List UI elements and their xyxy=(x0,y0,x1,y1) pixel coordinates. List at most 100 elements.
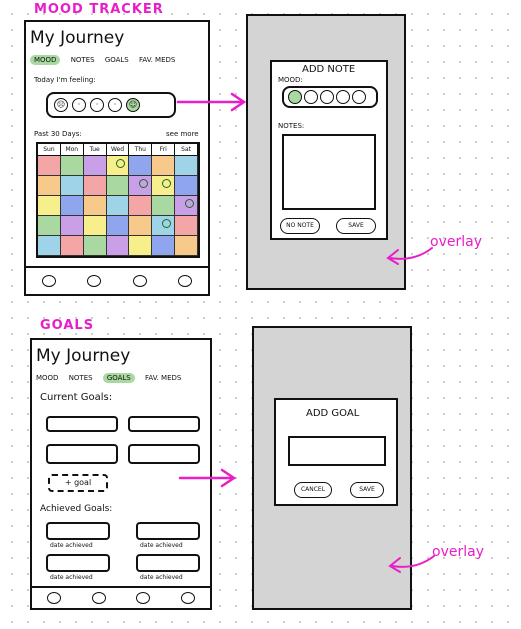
calendar-day-cell[interactable] xyxy=(38,236,61,256)
nav-icon[interactable] xyxy=(180,592,195,604)
no-note-button[interactable]: NO NOTE xyxy=(280,218,320,234)
current-goal-card[interactable] xyxy=(46,416,118,432)
calendar-day-cell[interactable] xyxy=(129,156,153,176)
current-goal-card[interactable] xyxy=(128,416,200,432)
calendar-day-cell[interactable] xyxy=(129,236,153,256)
calendar-day-cell[interactable] xyxy=(60,196,84,216)
nav-icon[interactable] xyxy=(178,275,193,287)
calendar-day-cell[interactable] xyxy=(83,176,107,196)
calendar-day-cell[interactable] xyxy=(60,176,84,196)
mood-calendar: Sun Mon Tue Wed Thu Fri Sat xyxy=(36,142,200,258)
tab-mood[interactable]: MOOD xyxy=(36,374,58,382)
mood-prompt: Today I'm feeling: xyxy=(34,76,96,84)
save-button[interactable]: SAVE xyxy=(350,482,384,498)
calendar-day-cell[interactable] xyxy=(60,236,84,256)
see-more-link[interactable]: see more xyxy=(166,130,199,138)
mood-face-icon[interactable]: · xyxy=(90,98,104,112)
mood-face-icon[interactable] xyxy=(336,90,350,104)
app-title: My Journey xyxy=(30,28,125,48)
notes-textarea[interactable] xyxy=(282,134,376,210)
tab-fav-meds[interactable]: FAV. MEDS xyxy=(145,374,181,382)
calendar-day-cell[interactable] xyxy=(38,156,61,176)
calendar-day-cell[interactable] xyxy=(175,156,198,176)
calendar-day-header: Wed xyxy=(106,144,130,156)
overlay-annotation: overlay xyxy=(430,234,482,250)
note-check-icon xyxy=(185,199,194,208)
mood-face-icon[interactable] xyxy=(352,90,366,104)
calendar-day-cell[interactable] xyxy=(83,236,107,256)
calendar-day-cell[interactable] xyxy=(106,156,130,176)
calendar-day-cell[interactable] xyxy=(60,216,84,236)
calendar-day-cell[interactable] xyxy=(129,216,153,236)
calendar-day-cell[interactable] xyxy=(175,236,198,256)
add-goal-button[interactable]: + goal xyxy=(48,474,108,492)
app-title: My Journey xyxy=(36,346,131,366)
dialog-title: ADD GOAL xyxy=(306,408,360,419)
mood-face-icon-selected[interactable] xyxy=(288,90,302,104)
tab-notes[interactable]: NOTES xyxy=(69,374,93,382)
calendar-day-cell[interactable] xyxy=(106,236,130,256)
calendar-day-cell[interactable] xyxy=(38,216,61,236)
mood-face-icon[interactable]: · xyxy=(72,98,86,112)
mood-selector[interactable]: ☹ · · · ☺ xyxy=(46,92,176,118)
calendar-day-header: Mon xyxy=(60,144,84,156)
calendar-day-cell[interactable] xyxy=(38,196,61,216)
current-goal-card[interactable] xyxy=(46,444,118,464)
calendar-day-cell[interactable] xyxy=(129,176,153,196)
calendar-day-cell[interactable] xyxy=(106,176,130,196)
date-achieved-caption: date achieved xyxy=(50,542,93,549)
calendar-day-header: Fri xyxy=(152,144,176,156)
nav-icon[interactable] xyxy=(87,275,102,287)
nav-icon[interactable] xyxy=(41,275,56,287)
calendar-day-cell[interactable] xyxy=(106,196,130,216)
nav-icon[interactable] xyxy=(136,592,151,604)
calendar-day-cell[interactable] xyxy=(152,176,176,196)
calendar-day-cell[interactable] xyxy=(83,156,107,176)
current-goal-card[interactable] xyxy=(128,444,200,464)
mood-face-icon[interactable]: ☹ xyxy=(54,98,68,112)
calendar-day-cell[interactable] xyxy=(38,176,61,196)
calendar-day-cell[interactable] xyxy=(175,176,198,196)
cancel-button[interactable]: CANCEL xyxy=(294,482,332,498)
nav-icon[interactable] xyxy=(132,275,147,287)
nav-icon[interactable] xyxy=(47,592,62,604)
add-note-dialog: ADD NOTE MOOD: NOTES: NO NOTE SAVE xyxy=(270,60,388,240)
calendar-day-cell[interactable] xyxy=(60,156,84,176)
achieved-goal-card xyxy=(46,554,110,572)
calendar-day-cell[interactable] xyxy=(175,216,198,236)
calendar-day-header: Sun xyxy=(38,144,61,156)
note-check-icon xyxy=(162,179,172,188)
mood-tracker-heading: MOOD TRACKER xyxy=(34,2,164,17)
calendar-day-header: Thu xyxy=(129,144,153,156)
tab-fav-meds[interactable]: FAV. MEDS xyxy=(139,56,175,64)
calendar-day-cell[interactable] xyxy=(152,196,176,216)
calendar-day-cell[interactable] xyxy=(129,196,153,216)
goal-input[interactable] xyxy=(288,436,386,466)
calendar-day-cell[interactable] xyxy=(83,196,107,216)
nav-icon[interactable] xyxy=(91,592,106,604)
calendar-day-cell[interactable] xyxy=(83,216,107,236)
tab-goals[interactable]: GOALS xyxy=(105,56,129,64)
calendar-day-cell[interactable] xyxy=(152,156,176,176)
achieved-goals-label: Achieved Goals: xyxy=(40,504,113,514)
save-button[interactable]: SAVE xyxy=(336,218,376,234)
mood-screen-sketch: My Journey MOOD NOTES GOALS FAV. MEDS To… xyxy=(24,20,210,296)
calendar-day-cell[interactable] xyxy=(152,236,176,256)
tab-mood[interactable]: MOOD xyxy=(30,55,61,65)
tab-goals[interactable]: GOALS xyxy=(102,373,135,383)
calendar-day-cell[interactable] xyxy=(152,216,176,236)
tab-bar: MOOD NOTES GOALS FAV. MEDS xyxy=(30,55,183,65)
calendar-day-cell[interactable] xyxy=(106,216,130,236)
current-goals-label: Current Goals: xyxy=(40,392,113,403)
arrow-icon xyxy=(178,468,237,488)
calendar-day-cell[interactable] xyxy=(175,196,198,216)
tab-notes[interactable]: NOTES xyxy=(71,56,95,64)
mood-face-icon-selected[interactable]: ☺ xyxy=(126,98,140,112)
mood-face-icon[interactable] xyxy=(304,90,318,104)
date-achieved-caption: date achieved xyxy=(140,574,183,581)
mood-selector[interactable] xyxy=(282,86,378,108)
overlay-annotation: overlay xyxy=(432,544,484,560)
mood-face-icon[interactable]: · xyxy=(108,98,122,112)
curved-arrow-icon xyxy=(388,555,435,573)
mood-face-icon[interactable] xyxy=(320,90,334,104)
